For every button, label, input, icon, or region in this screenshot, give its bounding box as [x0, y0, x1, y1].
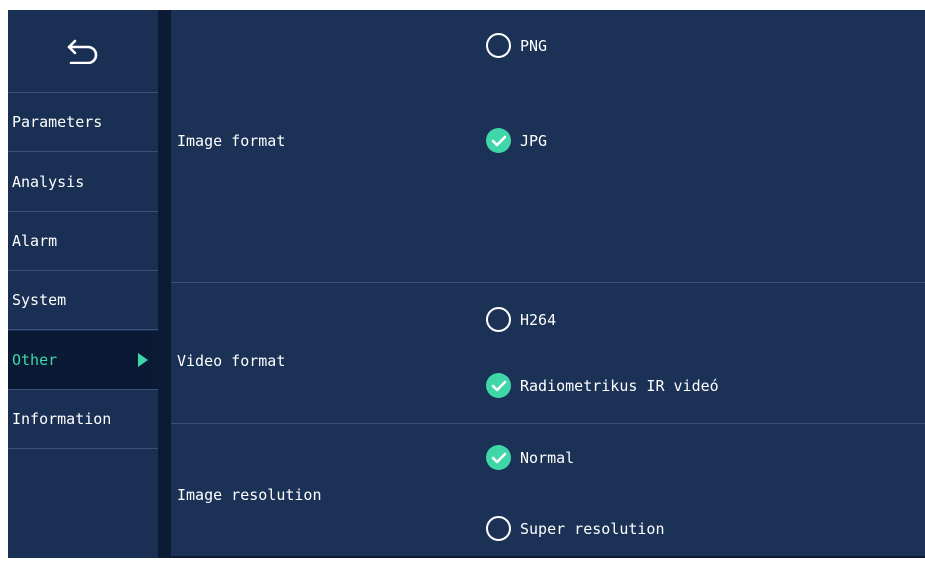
sidebar-item-parameters[interactable]: Parameters — [8, 93, 158, 152]
radio-unchecked-icon[interactable] — [486, 516, 511, 541]
radio-unchecked-icon[interactable] — [486, 33, 511, 58]
radio-checked-icon[interactable] — [486, 128, 511, 153]
sidebar-item-label: Other — [12, 351, 58, 369]
sidebar-item-analysis[interactable]: Analysis — [8, 153, 158, 212]
option-radiometric-video[interactable]: Radiometrikus IR videó — [486, 373, 719, 398]
option-label: H264 — [520, 310, 557, 329]
play-arrow-icon — [138, 353, 148, 367]
bottom-edge — [171, 556, 925, 558]
option-super-resolution[interactable]: Super resolution — [486, 516, 665, 541]
option-label: Super resolution — [520, 519, 665, 538]
section-image-resolution: Image resolution Normal Super resolution — [171, 424, 925, 558]
radio-unchecked-icon[interactable] — [486, 307, 511, 332]
sidebar-item-other[interactable]: Other — [8, 331, 158, 390]
sidebar-item-label: Parameters — [12, 113, 103, 131]
section-image-format: Image format PNG JPG — [171, 10, 925, 283]
option-label: PNG — [520, 36, 548, 55]
radio-checked-icon[interactable] — [486, 373, 511, 398]
sidebar-item-label: Analysis — [12, 173, 85, 191]
sidebar-item-label: Alarm — [12, 232, 58, 250]
option-normal[interactable]: Normal — [486, 445, 574, 470]
option-label: Normal — [520, 448, 575, 467]
option-h264[interactable]: H264 — [486, 307, 556, 332]
section-label: Image format — [177, 132, 286, 150]
sidebar-item-label: Information — [12, 410, 112, 428]
option-label: JPG — [520, 131, 548, 150]
back-arrow-icon — [67, 39, 98, 64]
divider — [158, 10, 171, 558]
back-button[interactable] — [8, 10, 158, 93]
sidebar: Parameters Analysis Alarm System Other I… — [8, 10, 158, 558]
sidebar-item-information[interactable]: Information — [8, 390, 158, 449]
option-jpg[interactable]: JPG — [486, 128, 547, 153]
section-video-format: Video format H264 Radiometrikus IR videó — [171, 283, 925, 424]
option-png[interactable]: PNG — [486, 33, 547, 58]
section-label: Image resolution — [177, 486, 322, 504]
radio-checked-icon[interactable] — [486, 445, 511, 470]
settings-screen: Parameters Analysis Alarm System Other I… — [8, 10, 925, 558]
sidebar-item-label: System — [12, 291, 67, 309]
settings-content: Image format PNG JPG Video format H264 R… — [171, 10, 925, 558]
section-label: Video format — [177, 352, 286, 370]
option-label: Radiometrikus IR videó — [520, 376, 719, 395]
sidebar-item-system[interactable]: System — [8, 271, 158, 330]
sidebar-item-alarm[interactable]: Alarm — [8, 212, 158, 271]
